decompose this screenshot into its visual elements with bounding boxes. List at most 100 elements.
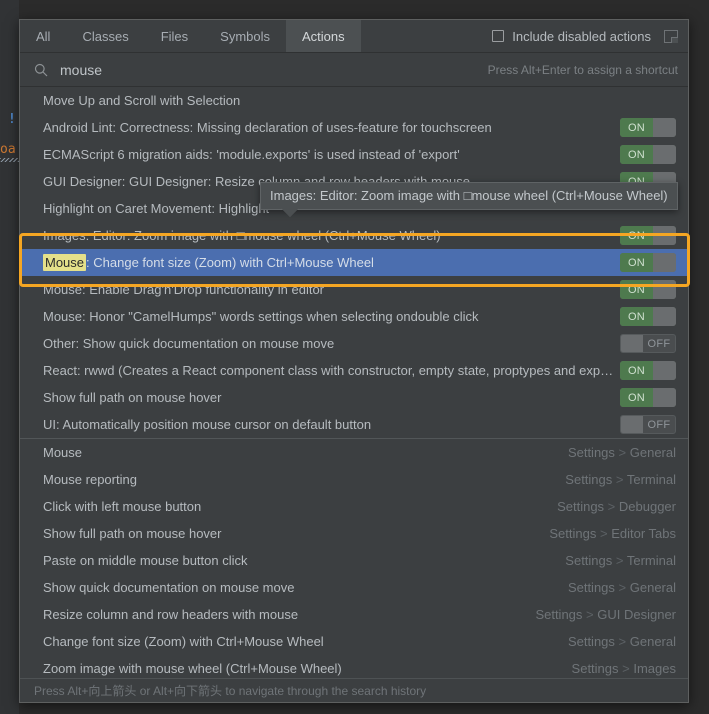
include-disabled-actions-label: Include disabled actions: [512, 28, 651, 44]
tab-actions[interactable]: Actions: [286, 20, 361, 52]
toggle-switch[interactable]: OFF: [620, 334, 676, 353]
list-item[interactable]: Mouse reporting Settings > Terminal: [20, 466, 688, 493]
toggle-label: ON: [620, 253, 653, 272]
settings-path-root: Settings: [565, 472, 613, 487]
settings-path: Settings > Editor Tabs: [549, 526, 676, 541]
list-item-label: Android Lint: Correctness: Missing decla…: [43, 120, 492, 135]
toggle-switch[interactable]: ON: [620, 280, 676, 299]
settings-path: Settings > Terminal: [565, 472, 676, 487]
settings-path-root: Settings: [571, 661, 619, 676]
toggle-label: OFF: [647, 337, 671, 350]
list-item[interactable]: ECMAScript 6 migration aids: 'module.exp…: [20, 141, 688, 168]
list-item[interactable]: Change font size (Zoom) with Ctrl+Mouse …: [20, 628, 688, 655]
toggle-knob: [621, 335, 643, 352]
list-item[interactable]: Images: Editor: Zoom image with □mouse w…: [20, 222, 688, 249]
list-item-label: UI: Automatically position mouse cursor …: [43, 417, 372, 432]
settings-path-root: Settings: [567, 580, 615, 595]
list-item[interactable]: Mouse Settings > General: [20, 439, 688, 466]
tab-classes[interactable]: Classes: [66, 20, 144, 52]
editor-error-squiggle: [0, 158, 19, 162]
toggle-switch[interactable]: OFF: [620, 415, 676, 434]
settings-path: Settings > Images: [571, 661, 676, 676]
tab-bar: All Classes Files Symbols Actions Includ…: [20, 20, 688, 53]
toggle-knob: [653, 145, 676, 164]
list-item[interactable]: Mouse: Enable Drag'n'Drop functionality …: [20, 276, 688, 303]
list-item-selected[interactable]: Mouse : Change font size (Zoom) with Ctr…: [20, 249, 688, 276]
list-item[interactable]: Show full path on mouse hover ON: [20, 384, 688, 411]
settings-path: Settings > Debugger: [557, 499, 676, 514]
editor-code-fragment: oa: [0, 142, 16, 157]
assign-shortcut-hint: Press Alt+Enter to assign a shortcut: [487, 62, 678, 77]
settings-path-leaf: Terminal: [626, 553, 676, 568]
list-item[interactable]: Move Up and Scroll with Selection: [20, 87, 688, 114]
list-item[interactable]: Android Lint: Correctness: Missing decla…: [20, 114, 688, 141]
settings-path-root: Settings: [549, 526, 597, 541]
settings-path-leaf: General: [629, 445, 676, 460]
toggle-switch[interactable]: ON: [620, 226, 676, 245]
search-icon: [34, 63, 48, 76]
settings-path-leaf: Editor Tabs: [611, 526, 676, 541]
settings-path-leaf: GUI Designer: [597, 607, 676, 622]
tooltip-arrow: [281, 208, 299, 217]
toggle-switch[interactable]: ON: [620, 361, 676, 380]
toggle-label: ON: [620, 361, 653, 380]
toggle-switch[interactable]: ON: [620, 307, 676, 326]
list-item[interactable]: UI: Automatically position mouse cursor …: [20, 411, 688, 438]
toggle-knob: [621, 416, 643, 433]
tab-all-label: All: [36, 28, 51, 44]
toggle-switch[interactable]: ON: [620, 145, 676, 164]
list-item-label: ECMAScript 6 migration aids: 'module.exp…: [43, 147, 460, 162]
list-item[interactable]: Zoom image with mouse wheel (Ctrl+Mouse …: [20, 655, 688, 678]
toggle-knob: [653, 361, 676, 380]
list-item[interactable]: Mouse: Honor "CamelHumps" words settings…: [20, 303, 688, 330]
pin-icon-inner: [671, 36, 678, 43]
settings-path-root: Settings: [567, 634, 615, 649]
settings-path: Settings > GUI Designer: [535, 607, 676, 622]
search-history-hint: Press Alt+向上箭头 or Alt+向下箭头 to navigate t…: [20, 678, 688, 702]
settings-path-leaf: Images: [633, 661, 676, 676]
settings-path: Settings > Terminal: [565, 553, 676, 568]
list-item-label: Move Up and Scroll with Selection: [43, 93, 241, 108]
tab-files-label: Files: [160, 28, 189, 44]
settings-path-leaf: Terminal: [626, 472, 676, 487]
include-disabled-actions-checkbox[interactable]: Include disabled actions: [492, 29, 651, 44]
tab-symbols-label: Symbols: [220, 28, 271, 44]
toggle-switch[interactable]: ON: [620, 118, 676, 137]
results-actions-group: Move Up and Scroll with Selection Androi…: [20, 87, 688, 438]
toggle-label: ON: [620, 118, 653, 137]
tab-symbols[interactable]: Symbols: [204, 20, 286, 52]
list-item[interactable]: Other: Show quick documentation on mouse…: [20, 330, 688, 357]
search-history-hint-label: Press Alt+向上箭头 or Alt+向下箭头 to navigate t…: [34, 684, 427, 698]
settings-path-leaf: Debugger: [618, 499, 676, 514]
toggle-label: OFF: [647, 418, 671, 431]
checkbox-box[interactable]: [492, 30, 505, 42]
window-pin-icon[interactable]: [664, 29, 678, 43]
tab-files[interactable]: Files: [145, 20, 204, 52]
list-item[interactable]: Show full path on mouse hover Settings >…: [20, 520, 688, 547]
list-item[interactable]: Paste on middle mouse button click Setti…: [20, 547, 688, 574]
list-item[interactable]: Resize column and row headers with mouse…: [20, 601, 688, 628]
list-item-label: Highlight on Caret Movement: Highlight: [43, 201, 270, 216]
list-item-label: Mouse: [43, 445, 83, 460]
list-item[interactable]: Show quick documentation on mouse move S…: [20, 574, 688, 601]
results-list[interactable]: Move Up and Scroll with Selection Androi…: [20, 87, 688, 678]
list-item-label: Zoom image with mouse wheel (Ctrl+Mouse …: [43, 661, 342, 676]
toggle-knob: [653, 388, 676, 407]
tab-classes-label: Classes: [82, 28, 129, 44]
toggle-label: ON: [620, 145, 653, 164]
list-item-label: Mouse reporting: [43, 472, 137, 487]
tab-all[interactable]: All: [20, 20, 66, 52]
editor-gutter: [0, 0, 19, 714]
list-item[interactable]: React: rwwd (Creates a React component c…: [20, 357, 688, 384]
list-item-label: Click with left mouse button: [43, 499, 202, 514]
toggle-switch[interactable]: ON: [620, 388, 676, 407]
settings-path-leaf: General: [629, 634, 676, 649]
search-everywhere-popup: All Classes Files Symbols Actions Includ…: [19, 19, 689, 703]
list-item[interactable]: Click with left mouse button Settings > …: [20, 493, 688, 520]
search-input[interactable]: [60, 61, 476, 78]
toggle-knob: [653, 253, 676, 272]
toggle-switch[interactable]: ON: [620, 253, 676, 272]
editor-warning-icon: !: [8, 112, 16, 127]
results-settings-group: Mouse Settings > General Mouse reporting…: [20, 439, 688, 678]
toggle-knob: [653, 307, 676, 326]
